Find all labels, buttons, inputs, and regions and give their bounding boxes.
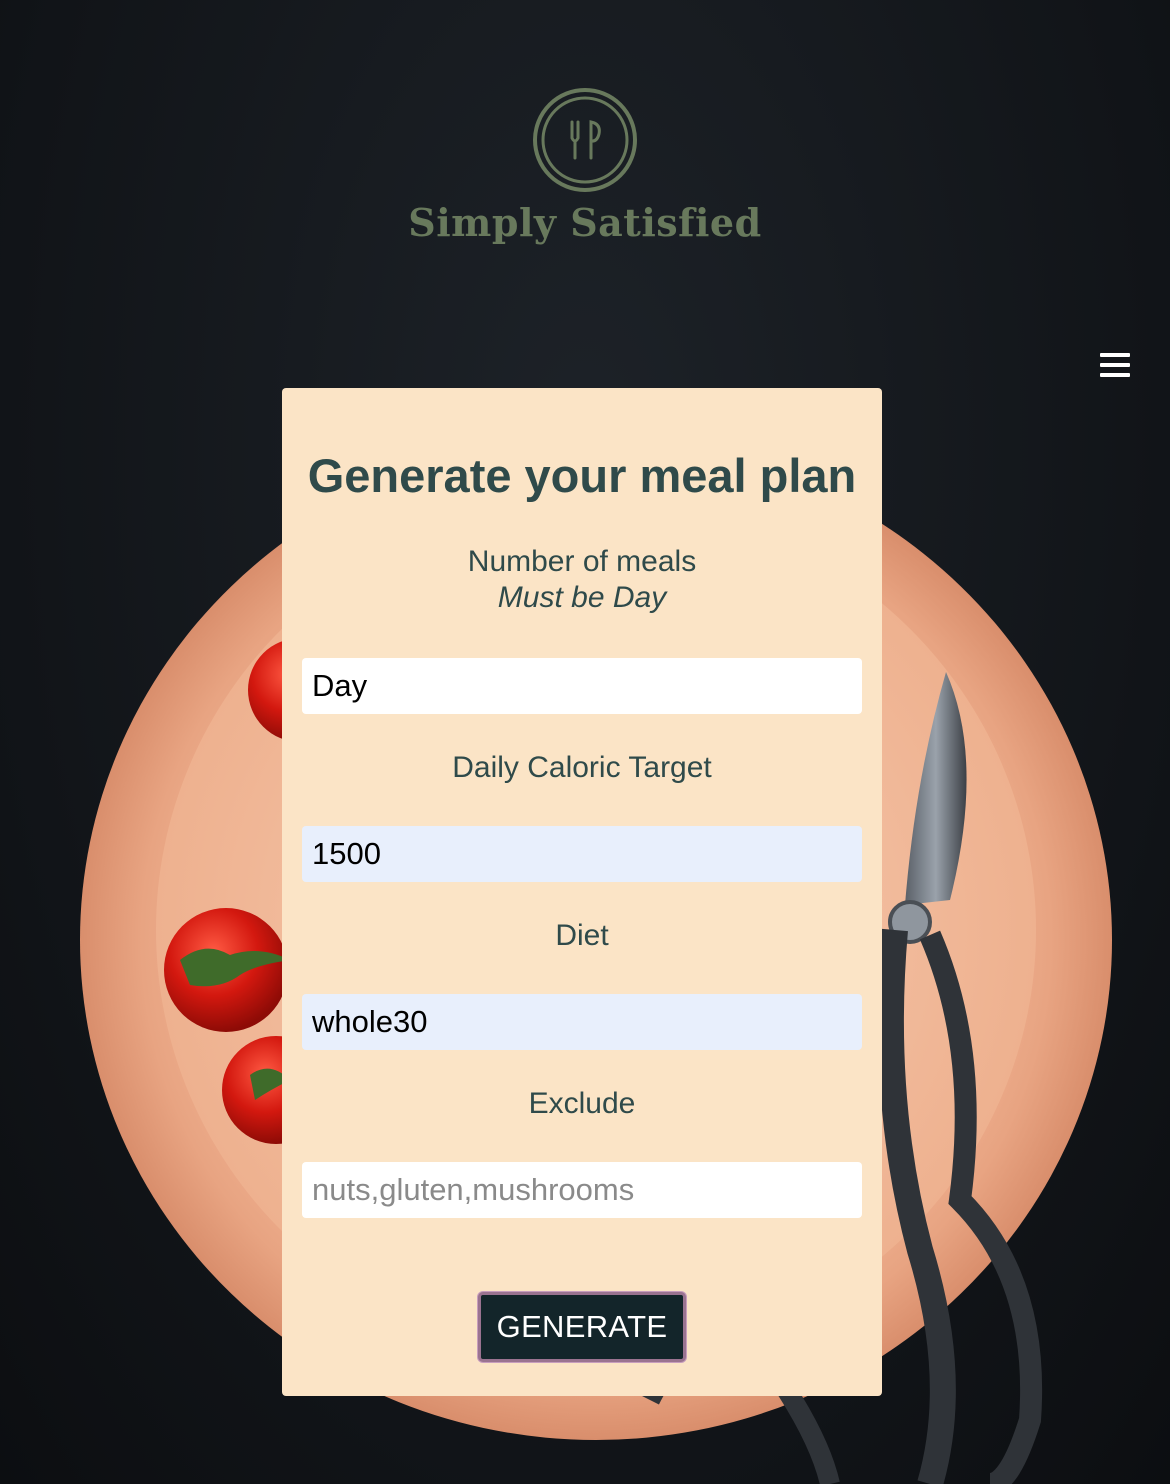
calories-input[interactable] [302,826,862,882]
brand-name: Simply Satisfied [408,200,762,245]
meals-hint: Must be Day [497,581,667,614]
meals-input[interactable] [302,658,862,714]
menu-bar [1100,353,1130,357]
diet-input[interactable] [302,994,862,1050]
submit-row: GENERATE [302,1292,862,1362]
meals-label: Number of meals Must be Day [302,544,862,616]
meal-plan-form: Generate your meal plan Number of meals … [282,388,882,1396]
generate-button[interactable]: GENERATE [477,1292,687,1362]
exclude-label: Exclude [528,1087,636,1120]
fork-spoon-icon [533,88,637,192]
exclude-input[interactable] [302,1162,862,1218]
brand-logo[interactable]: Simply Satisfied [0,86,1170,245]
hamburger-menu-icon[interactable] [1100,353,1130,383]
diet-label: Diet [555,919,609,952]
calories-label: Daily Caloric Target [452,751,712,784]
menu-bar [1100,373,1130,377]
form-title: Generate your meal plan [307,449,857,502]
menu-bar [1100,363,1130,367]
meals-label-text: Number of meals [467,545,697,578]
